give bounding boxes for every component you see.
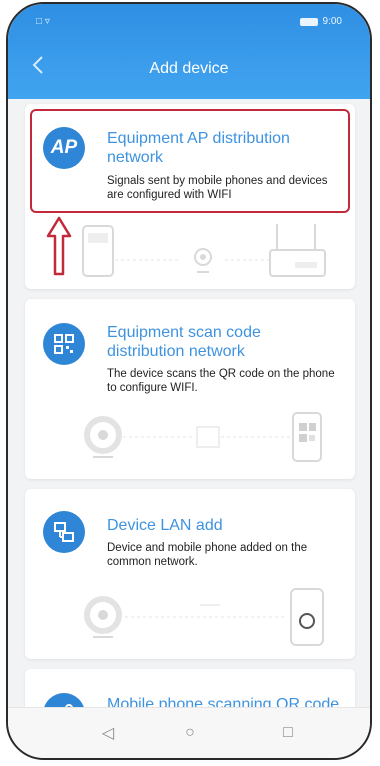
lan-icon <box>43 511 85 553</box>
nav-recent-button[interactable]: □ <box>276 721 300 745</box>
system-nav-bar: ◁ ○ □ <box>8 707 370 758</box>
qr-scan-icon <box>43 323 85 365</box>
scan-illustration-graphic <box>84 412 322 462</box>
ap-illustration-graphic <box>82 224 326 277</box>
card-description: The device scans the QR code on the phon… <box>107 368 335 394</box>
status-bar: □ ▿ 9:00 <box>36 16 342 30</box>
card-title: Equipment scan code distribution network <box>107 324 261 360</box>
ap-illustration <box>25 220 355 290</box>
status-time: 9:00 <box>322 16 342 27</box>
device-method-list[interactable]: AP Equipment AP distribution network Sig… <box>8 99 370 708</box>
card-description: Device and mobile phone added on the com… <box>107 542 308 568</box>
card-share-add[interactable]: Mobile phone scanning QR code sharing to… <box>25 669 355 708</box>
card-title: Device LAN add <box>107 517 223 534</box>
nav-home-button[interactable]: ○ <box>178 721 202 745</box>
status-icons-left: □ ▿ <box>36 16 50 27</box>
lan-illustration-graphic <box>84 588 324 646</box>
arrow-up-icon <box>46 216 72 276</box>
card-lan-add[interactable]: Device LAN add Device and mobile phone a… <box>25 489 355 659</box>
phone-frame: □ ▿ 9:00 Add device AP Equipment AP dist… <box>6 2 372 760</box>
nav-back-button[interactable]: ◁ <box>96 721 120 745</box>
share-icon <box>43 693 85 708</box>
header-bar: □ ▿ 9:00 Add device <box>8 4 370 99</box>
scan-illustration <box>25 407 355 473</box>
highlight-frame <box>30 109 350 213</box>
card-scan-code-network[interactable]: Equipment scan code distribution network… <box>25 299 355 479</box>
lan-illustration <box>25 585 355 655</box>
page-title: Add device <box>149 60 229 77</box>
status-icons-right: 9:00 <box>299 16 342 27</box>
battery-icon <box>299 17 318 26</box>
